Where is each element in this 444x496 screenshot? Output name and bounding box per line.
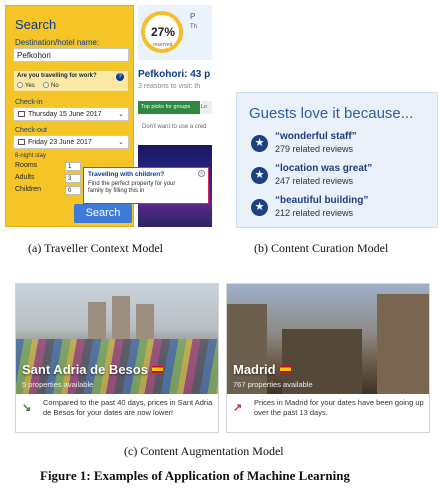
chevron-down-icon: ⌄ bbox=[118, 139, 124, 146]
reason-count[interactable]: 279 related reviews bbox=[275, 144, 353, 154]
photo-building bbox=[136, 304, 154, 342]
checkin-date-select[interactable]: Thursday 15 June 2017 ⌄ bbox=[13, 107, 129, 121]
caption-b: (b) Content Curation Model bbox=[254, 241, 389, 255]
spain-flag-icon bbox=[279, 366, 291, 373]
destination-card-sant-adria[interactable]: Sant Adria de Besos 5 properties availab… bbox=[15, 283, 219, 433]
help-icon[interactable]: ? bbox=[116, 73, 124, 81]
checkout-label: Check-out bbox=[15, 127, 47, 134]
reserved-gauge: 27% reserved bbox=[141, 11, 183, 53]
reason-quote: “wonderful staff” bbox=[275, 131, 357, 142]
adults-label: Adults bbox=[15, 174, 35, 181]
reasons-subheading: 3 reasons to visit: th bbox=[138, 83, 201, 90]
radio-icon bbox=[17, 82, 23, 88]
guests-love-panel: Guests love it because... ★ “wonderful s… bbox=[236, 92, 438, 228]
properties-count: 5 properties available bbox=[22, 380, 94, 389]
reason-quote: “location was great” bbox=[275, 163, 373, 174]
header-text: P bbox=[190, 12, 196, 21]
rooms-label: Rooms bbox=[15, 162, 38, 169]
star-icon: ★ bbox=[251, 167, 268, 184]
destination-input[interactable]: Pefkohori bbox=[13, 48, 129, 62]
adults-stepper[interactable]: 3 bbox=[65, 174, 81, 183]
checkin-value: Thursday 15 June 2017 bbox=[28, 111, 102, 118]
figure-title: Figure 1: Examples of Application of Mac… bbox=[40, 468, 350, 483]
work-no-label: No bbox=[51, 83, 59, 89]
destination-photo: Sant Adria de Besos 5 properties availab… bbox=[16, 284, 218, 394]
city-name: Sant Adria de Besos bbox=[22, 362, 148, 377]
reason-count[interactable]: 212 related reviews bbox=[275, 208, 353, 218]
checkout-date-select[interactable]: Friday 23 June 2017 ⌄ bbox=[13, 135, 129, 149]
photo-building bbox=[88, 302, 106, 342]
guests-love-title: Guests love it because... bbox=[249, 105, 414, 122]
search-title: Search bbox=[15, 17, 57, 32]
work-no-radio[interactable]: No bbox=[43, 82, 59, 89]
rooms-stepper[interactable]: 1 bbox=[65, 162, 81, 171]
reserved-label: reserved bbox=[153, 42, 173, 48]
credit-card-note: Don't want to use a cred bbox=[142, 124, 207, 130]
trend-down-icon: ↘ bbox=[22, 402, 32, 414]
destination-photo: Madrid 767 properties available bbox=[227, 284, 429, 394]
work-travel-question: Are you travelling for work? bbox=[17, 73, 97, 79]
tab-next[interactable]: Lo bbox=[201, 101, 212, 114]
tooltip-title: Travelling with children? bbox=[88, 171, 165, 178]
destination-name: Sant Adria de Besos bbox=[22, 362, 163, 377]
star-icon: ★ bbox=[251, 135, 268, 152]
price-trend-text: Prices in Madrid for your dates have bee… bbox=[254, 398, 424, 417]
properties-count: 767 properties available bbox=[233, 380, 313, 389]
trend-up-icon: ↗ bbox=[233, 402, 243, 414]
checkout-value: Friday 23 June 2017 bbox=[28, 139, 92, 146]
reason-count[interactable]: 247 related reviews bbox=[275, 176, 353, 186]
search-button[interactable]: Search bbox=[74, 204, 132, 223]
header-subtext: Th bbox=[190, 24, 198, 30]
caption-c: (c) Content Augmentation Model bbox=[124, 444, 284, 458]
reason-quote: “beautiful building” bbox=[275, 195, 369, 206]
availability-box: 27% reserved P Th bbox=[138, 5, 212, 60]
caption-a: (a) Traveller Context Model bbox=[28, 241, 163, 255]
star-icon: ★ bbox=[251, 199, 268, 216]
work-yes-radio[interactable]: Yes bbox=[17, 82, 35, 89]
tab-top-picks-groups[interactable]: Top picks for groups bbox=[138, 101, 200, 114]
work-yes-label: Yes bbox=[25, 83, 35, 89]
city-name: Madrid bbox=[233, 362, 276, 377]
checkin-label: Check-in bbox=[15, 99, 43, 106]
calendar-icon bbox=[18, 139, 25, 145]
price-trend-text: Compared to the past 40 days, prices in … bbox=[43, 398, 213, 417]
children-stepper[interactable]: 0 bbox=[65, 186, 81, 195]
tooltip-body: Find the perfect property for your famil… bbox=[88, 181, 176, 194]
destination-label: Destination/hotel name: bbox=[15, 38, 100, 47]
spain-flag-icon bbox=[151, 366, 163, 373]
children-label: Children bbox=[15, 186, 42, 193]
photo-building bbox=[377, 294, 429, 394]
children-tooltip: Travelling with children? × Find the per… bbox=[83, 167, 209, 204]
destination-name: Madrid bbox=[233, 362, 291, 377]
photo-building bbox=[112, 296, 130, 342]
reserved-percent: 27% bbox=[151, 25, 176, 39]
night-stay-text: 8-night stay bbox=[15, 153, 47, 159]
destination-heading: Pefkohori: 43 p bbox=[138, 69, 211, 80]
chevron-down-icon: ⌄ bbox=[118, 111, 124, 118]
work-travel-box: Are you travelling for work? ? Yes No bbox=[13, 70, 129, 92]
calendar-icon bbox=[18, 111, 25, 117]
radio-icon bbox=[43, 82, 49, 88]
close-icon[interactable]: × bbox=[198, 170, 205, 177]
destination-card-madrid[interactable]: Madrid 767 properties available ↗ Prices… bbox=[226, 283, 430, 433]
